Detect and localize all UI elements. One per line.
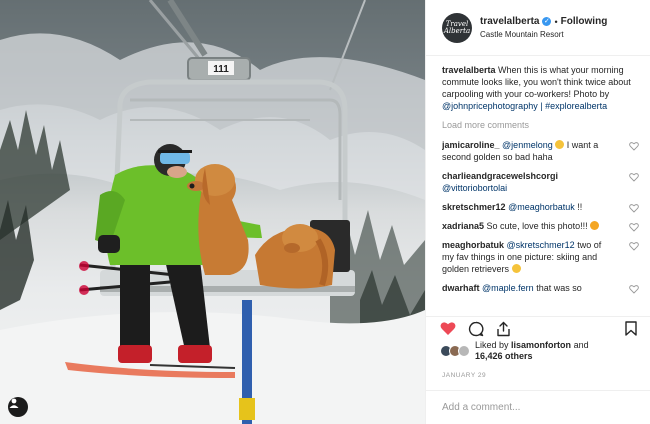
- verified-badge-icon: ✓: [542, 17, 552, 26]
- caption-separator: |: [540, 101, 543, 111]
- comment-text: !!: [577, 202, 583, 212]
- comment-item: skretschmer12 @meaghorbatuk !!: [442, 201, 639, 213]
- comment-mention[interactable]: @skretschmer12: [507, 240, 575, 250]
- likes-prefix: Liked by: [475, 340, 509, 350]
- avatar-logo-text: Travel Alberta: [443, 19, 471, 35]
- load-more-comments-button[interactable]: Load more comments: [442, 119, 639, 131]
- likes-summary: Liked by lisamonforton and 16,426 others: [440, 340, 589, 362]
- comment-item: meaghorbatuk @skretschmer12 two of my fa…: [442, 239, 639, 275]
- person-icon: [9, 398, 19, 408]
- comment-bubble-icon[interactable]: [468, 321, 484, 337]
- account-username[interactable]: travelalberta: [480, 16, 539, 27]
- post-date[interactable]: January 29: [442, 372, 486, 379]
- comment-username[interactable]: xadriana5: [442, 221, 484, 231]
- caption-mention[interactable]: @johnpricephotography: [442, 101, 538, 111]
- post-photo[interactable]: 111: [0, 0, 425, 424]
- comment-like-heart-icon[interactable]: [629, 203, 639, 213]
- likes-and: and: [573, 340, 589, 350]
- photo-scene: 111: [0, 0, 425, 424]
- comment-username[interactable]: dwarhaft: [442, 283, 480, 293]
- grin-emoji-icon: [511, 264, 521, 273]
- comment-like-heart-icon[interactable]: [629, 284, 639, 294]
- liker-avatars: [440, 345, 470, 357]
- comment-like-heart-icon[interactable]: [629, 172, 639, 182]
- comment-mention[interactable]: @vittoriobortolai: [442, 183, 507, 193]
- bookmark-icon[interactable]: [625, 321, 637, 336]
- comment-item: charlieandgracewelshcorgi @vittorioborto…: [442, 170, 639, 194]
- comment-like-heart-icon[interactable]: [629, 241, 639, 251]
- comment-item: jamicaroline_ @jenmelong I want a second…: [442, 139, 639, 163]
- post-actions-bar: [426, 316, 650, 340]
- comment-username[interactable]: meaghorbatuk: [442, 240, 504, 250]
- comment-item: dwarhaft @maple.fern that was so: [442, 282, 639, 294]
- heart-eyes-emoji-icon: [590, 221, 600, 230]
- comment-mention[interactable]: @maple.fern: [482, 283, 534, 293]
- comment-username[interactable]: skretschmer12: [442, 202, 506, 212]
- likes-count[interactable]: 16,426 others: [475, 351, 533, 361]
- caption-username[interactable]: travelalberta: [442, 65, 496, 75]
- comments-list[interactable]: travelalberta When this is what your mor…: [442, 64, 639, 314]
- header-separator: •: [554, 16, 558, 27]
- like-heart-icon[interactable]: [440, 321, 456, 336]
- chair-number: 111: [213, 64, 229, 75]
- comment-mention[interactable]: @meaghorbatuk: [508, 202, 575, 212]
- share-icon[interactable]: [496, 321, 511, 337]
- comment-like-heart-icon[interactable]: [629, 141, 639, 151]
- post-header: Travel Alberta travelalberta ✓ • Followi…: [426, 0, 650, 56]
- comment-username[interactable]: charlieandgracewelshcorgi: [442, 171, 558, 181]
- add-comment-input[interactable]: [442, 402, 632, 413]
- comment-mention[interactable]: @jenmelong: [502, 140, 553, 150]
- post-side-panel: Travel Alberta travelalberta ✓ • Followi…: [425, 0, 650, 424]
- account-avatar[interactable]: Travel Alberta: [442, 12, 472, 43]
- comment-item: xadriana5 So cute, love this photo!!!: [442, 220, 639, 232]
- comment-username[interactable]: jamicaroline_: [442, 140, 500, 150]
- comment-text: So cute, love this photo!!!: [486, 221, 588, 231]
- location-link[interactable]: Castle Mountain Resort: [480, 30, 607, 39]
- post-caption: travelalberta When this is what your mor…: [442, 64, 639, 112]
- comment-text: that was so: [536, 283, 582, 293]
- liker-avatar[interactable]: [458, 345, 470, 357]
- sad-face-emoji-icon: [555, 140, 565, 149]
- following-button[interactable]: Following: [561, 16, 608, 27]
- comment-like-heart-icon[interactable]: [629, 222, 639, 232]
- caption-hashtag[interactable]: #explorealberta: [545, 101, 607, 111]
- tagged-users-button[interactable]: [8, 397, 28, 417]
- add-comment-bar: [426, 390, 650, 424]
- liker-username[interactable]: lisamonforton: [511, 340, 571, 350]
